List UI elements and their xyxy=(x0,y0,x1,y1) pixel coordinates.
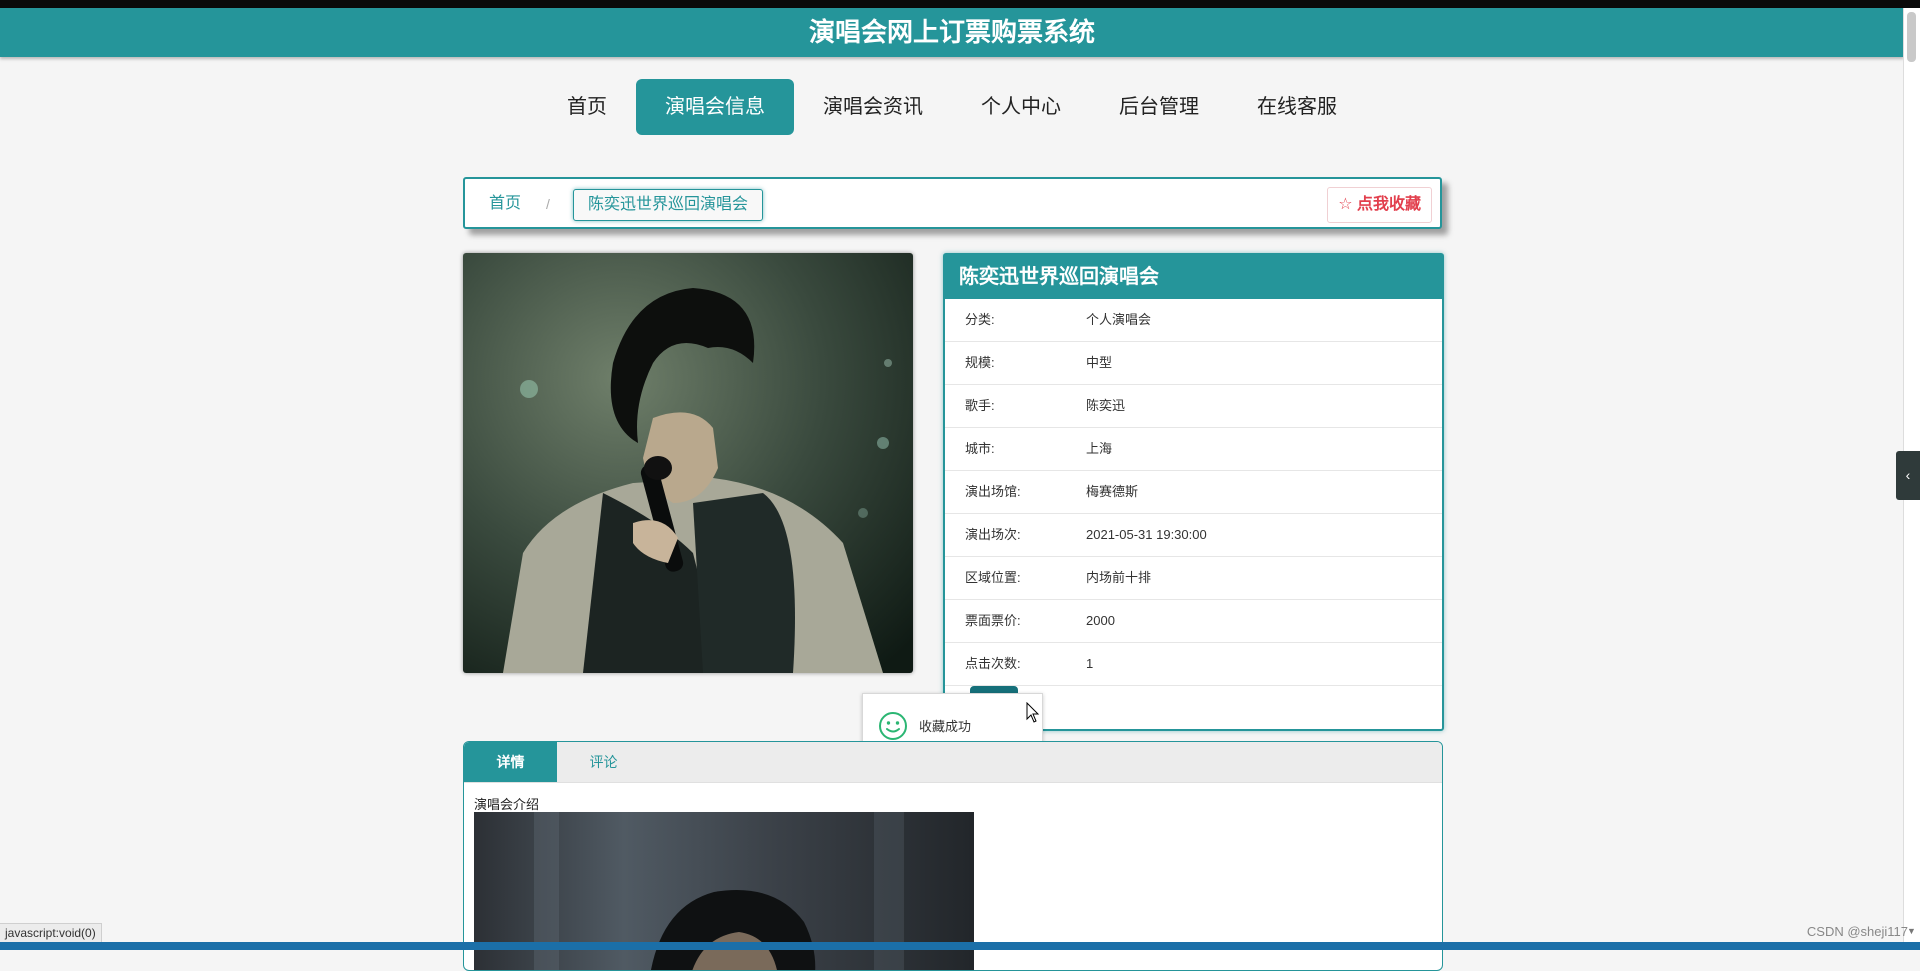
breadcrumb: 首页 / 陈奕迅世界巡回演唱会 ☆ 点我收藏 xyxy=(463,177,1442,229)
taskbar-strip xyxy=(0,942,1920,950)
info-label: 票面票价: xyxy=(965,613,1021,628)
singer-image xyxy=(463,253,913,673)
info-label: 分类: xyxy=(965,312,995,327)
concert-info-title: 陈奕迅世界巡回演唱会 xyxy=(945,255,1442,299)
info-row-city: 城市: 上海 xyxy=(945,428,1442,471)
intro-heading: 演唱会介绍 xyxy=(474,797,540,812)
info-label: 城市: xyxy=(965,441,995,456)
info-label: 演出场次: xyxy=(965,527,1021,542)
window-top-strip xyxy=(0,0,1920,8)
browser-status-bar: javascript:void(0) xyxy=(0,923,102,944)
tab-details[interactable]: 详情 xyxy=(464,742,557,782)
info-row-category: 分类: 个人演唱会 xyxy=(945,299,1442,342)
site-title: 演唱会网上订票购票系统 xyxy=(808,17,1095,47)
nav-item-personal-center[interactable]: 个人中心 xyxy=(952,79,1090,135)
info-value: 中型 xyxy=(1086,355,1113,370)
tab-comments[interactable]: 评论 xyxy=(557,742,650,782)
breadcrumb-home-link[interactable]: 首页 xyxy=(489,179,521,229)
info-value: 上海 xyxy=(1086,441,1113,456)
info-row-venue: 演出场馆: 梅赛德斯 xyxy=(945,471,1442,514)
detail-tabs: 详情 评论 演唱会介绍 xyxy=(463,741,1443,971)
info-label: 演出场馆: xyxy=(965,484,1021,499)
concert-info-panel: 陈奕迅世界巡回演唱会 分类: 个人演唱会 规模: 中型 歌手: 陈奕迅 城市: 上海 演… xyxy=(943,253,1444,731)
breadcrumb-current: 陈奕迅世界巡回演唱会 xyxy=(573,189,764,221)
concert-photo xyxy=(463,253,913,673)
info-value: 2000 xyxy=(1086,613,1115,628)
info-label: 歌手: xyxy=(965,398,995,413)
tab-bar: 详情 评论 xyxy=(464,742,1442,783)
site-header: 演唱会网上订票购票系统 xyxy=(0,8,1904,57)
chevron-left-icon: ‹ xyxy=(1905,467,1911,483)
info-value: 1 xyxy=(1086,656,1094,671)
info-row-singer: 歌手: 陈奕迅 xyxy=(945,385,1442,428)
info-row-showtime: 演出场次: 2021-05-31 19:30:00 xyxy=(945,514,1442,557)
favorite-button[interactable]: ☆ 点我收藏 xyxy=(1327,187,1432,223)
sidebar-toggle-handle[interactable]: ‹ xyxy=(1896,451,1920,500)
nav-item-concert-news[interactable]: 演唱会资讯 xyxy=(794,79,952,135)
nav-item-concert-info[interactable]: 演唱会信息 xyxy=(636,79,794,135)
info-label: 点击次数: xyxy=(965,656,1021,671)
info-value: 个人演唱会 xyxy=(1086,312,1152,327)
watermark: CSDN @sheji117 xyxy=(1806,924,1908,939)
main-nav: 首页 演唱会信息 演唱会资讯 个人中心 后台管理 在线客服 xyxy=(0,79,1904,135)
info-label: 规模: xyxy=(965,355,995,370)
info-value: 2021-05-31 19:30:00 xyxy=(1086,527,1207,542)
info-label: 区域位置: xyxy=(965,570,1021,585)
scroll-down-arrow-icon[interactable]: ▼ xyxy=(1907,926,1916,936)
nav-item-home[interactable]: 首页 xyxy=(538,79,636,135)
info-row-clicks: 点击次数: 1 xyxy=(945,643,1442,686)
nav-item-admin[interactable]: 后台管理 xyxy=(1090,79,1228,135)
scrollbar-thumb[interactable] xyxy=(1907,12,1916,62)
breadcrumb-separator: / xyxy=(546,196,550,212)
mouse-cursor-icon xyxy=(1026,702,1040,723)
nav-item-online-service[interactable]: 在线客服 xyxy=(1228,79,1366,135)
info-row-area: 区域位置: 内场前十排 xyxy=(945,557,1442,600)
info-row-price: 票面票价: 2000 xyxy=(945,600,1442,643)
info-value: 梅赛德斯 xyxy=(1086,484,1139,499)
info-value: 内场前十排 xyxy=(1086,570,1152,585)
smile-icon xyxy=(879,712,907,740)
info-value: 陈奕迅 xyxy=(1086,398,1126,413)
info-row-scale: 规模: 中型 xyxy=(945,342,1442,385)
